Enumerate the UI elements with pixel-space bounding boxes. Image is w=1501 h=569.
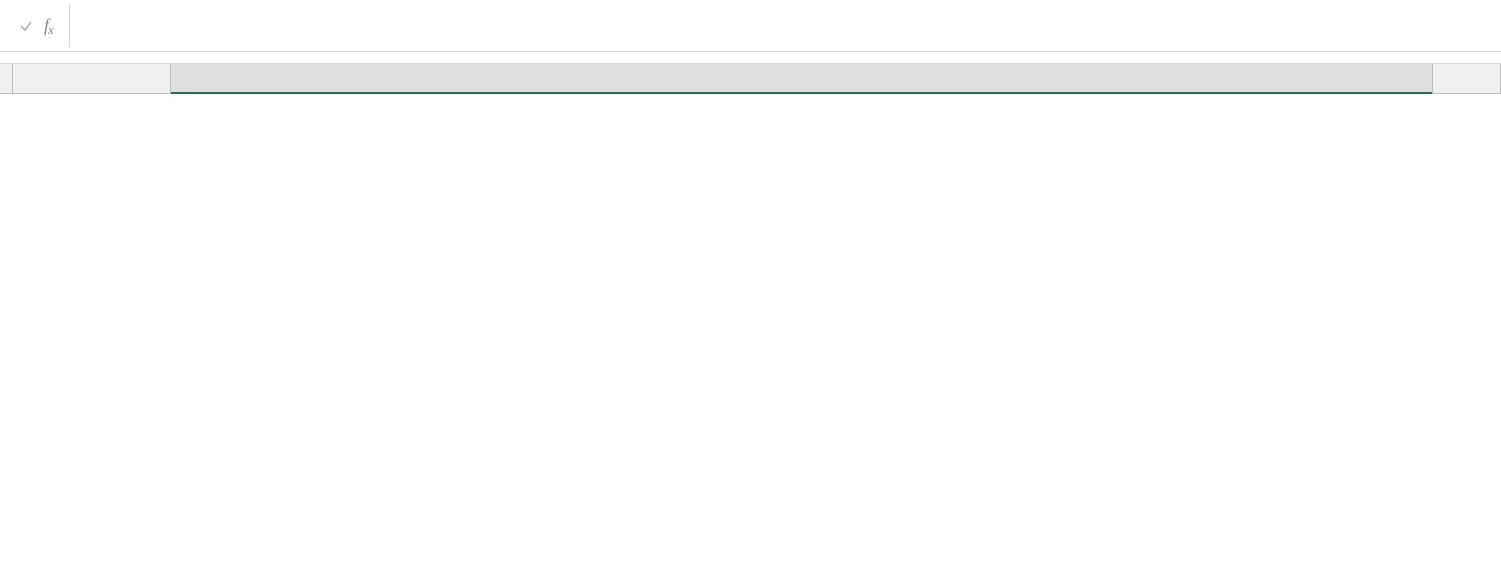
column-header-row — [0, 64, 1501, 94]
column-header-e[interactable] — [171, 64, 1433, 93]
column-header-f[interactable] — [1433, 64, 1501, 93]
column-header-d[interactable] — [13, 64, 171, 93]
corner-cell[interactable] — [0, 64, 13, 93]
formula-separator — [69, 4, 70, 47]
formula-bar: fx — [0, 0, 1501, 52]
formula-bar-border — [0, 52, 1501, 64]
confirm-icon[interactable] — [14, 14, 38, 38]
fx-icon[interactable]: fx — [44, 15, 53, 36]
